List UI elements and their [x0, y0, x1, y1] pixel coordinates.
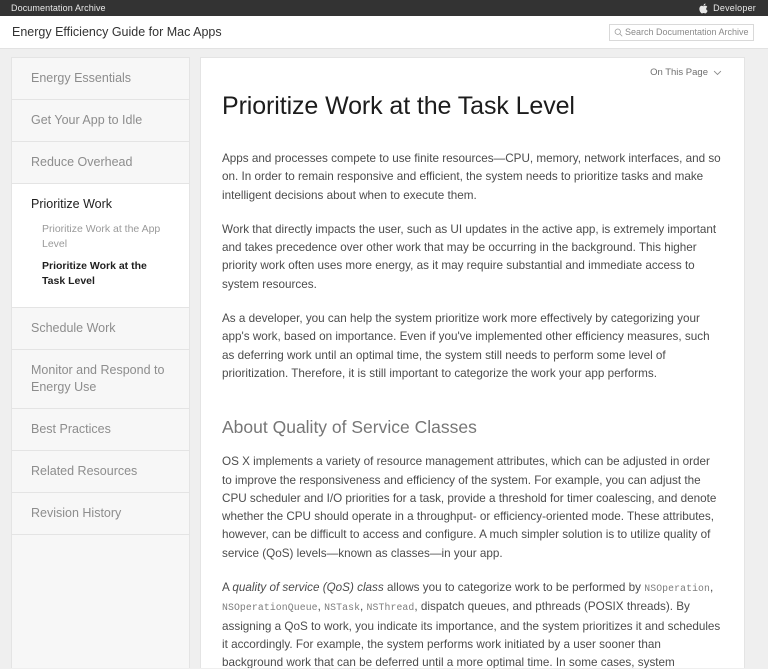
sidebar-item-label: Related Resources	[31, 464, 138, 478]
qos-term-italic: quality of service (QoS) class	[232, 581, 384, 595]
sidebar-item-label: Best Practices	[31, 422, 111, 436]
qos-lead-text-2: allows you to categorize work to be perf…	[383, 581, 645, 595]
global-nav-bar: Documentation Archive Developer	[0, 0, 768, 16]
sidebar-item-schedule-work[interactable]: Schedule Work	[12, 308, 189, 350]
page-body: Energy Essentials Get Your App to Idle R…	[0, 49, 768, 668]
sidebar-subitem-prioritize-work-app-level[interactable]: Prioritize Work at the App Level	[42, 222, 171, 252]
api-code-nsthread[interactable]: NSThread	[367, 602, 415, 613]
sidebar-item-energy-essentials[interactable]: Energy Essentials	[12, 58, 189, 100]
main-content-panel: On This Page Prioritize Work at the Task…	[200, 57, 745, 668]
sidebar-item-label: Monitor and Respond to Energy Use	[31, 363, 165, 394]
page-title: Energy Efficiency Guide for Mac Apps	[12, 25, 222, 39]
article-paragraph: Apps and processes compete to use finite…	[222, 152, 721, 202]
sidebar-item-best-practices[interactable]: Best Practices	[12, 409, 189, 451]
api-code-nsoperation[interactable]: NSOperation	[644, 583, 710, 594]
article-paragraph: Work that directly impacts the user, suc…	[222, 222, 717, 291]
global-nav-developer-link[interactable]: Developer	[713, 3, 756, 13]
page-header: Energy Efficiency Guide for Mac Apps	[0, 16, 768, 49]
sidebar-item-monitor-and-respond-to-energy-use[interactable]: Monitor and Respond to Energy Use	[12, 350, 189, 409]
article-paragraph: As a developer, you can help the system …	[222, 312, 710, 380]
sidebar-item-label: Reduce Overhead	[31, 155, 133, 169]
chevron-down-icon	[713, 70, 722, 76]
sidebar-item-label: Revision History	[31, 506, 122, 520]
qos-lead-text: A	[222, 581, 233, 595]
sidebar-item-label: Schedule Work	[31, 321, 116, 335]
sidebar-subitem-prioritize-work-task-level[interactable]: Prioritize Work at the Task Level	[42, 259, 171, 289]
qos-separator: ,	[710, 581, 714, 595]
sidebar-item-related-resources[interactable]: Related Resources	[12, 451, 189, 493]
on-this-page-label: On This Page	[650, 67, 708, 78]
article-paragraph: OS X implements a variety of resource ma…	[222, 455, 717, 560]
sidebar-item-label: Get Your App to Idle	[31, 113, 143, 127]
sidebar-item-reduce-overhead[interactable]: Reduce Overhead	[12, 142, 189, 184]
article-paragraph-qos-definition: A quality of service (QoS) class allows …	[222, 579, 722, 668]
search-box[interactable]	[609, 23, 754, 41]
sidebar-navigation: Energy Essentials Get Your App to Idle R…	[11, 57, 190, 668]
global-nav-right-group: Developer	[699, 3, 756, 14]
section-heading-about-qos-classes: About Quality of Service Classes	[222, 417, 477, 438]
search-icon	[614, 28, 623, 37]
sidebar-item-revision-history[interactable]: Revision History	[12, 493, 189, 535]
search-input[interactable]	[625, 24, 750, 40]
api-code-nstask[interactable]: NSTask	[324, 602, 360, 613]
sidebar-item-get-your-app-to-idle[interactable]: Get Your App to Idle	[12, 100, 189, 142]
on-this-page-dropdown[interactable]: On This Page	[222, 67, 722, 78]
global-nav-title[interactable]: Documentation Archive	[11, 3, 106, 13]
sidebar-item-label: Prioritize Work	[31, 197, 113, 211]
apple-logo-icon	[699, 3, 708, 14]
sidebar-item-prioritize-work[interactable]: Prioritize Work Prioritize Work at the A…	[12, 184, 189, 308]
sidebar-subnav-prioritize-work: Prioritize Work at the App Level Priorit…	[31, 222, 171, 289]
article-title: Prioritize Work at the Task Level	[222, 92, 575, 120]
api-code-nsoperationqueue[interactable]: NSOperationQueue	[222, 602, 318, 613]
sidebar-item-label: Energy Essentials	[31, 71, 132, 85]
